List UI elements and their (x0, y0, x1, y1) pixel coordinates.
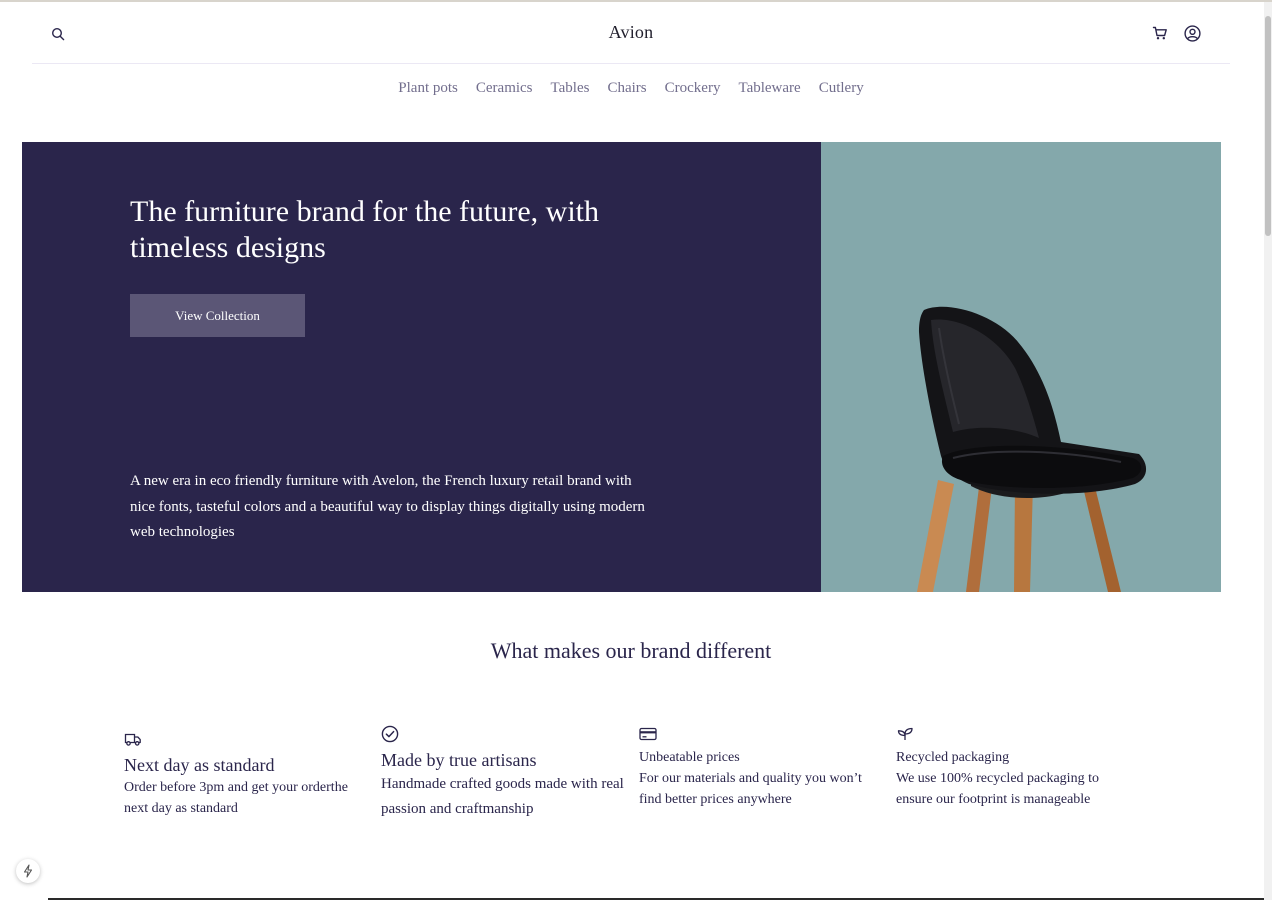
credit-card-icon-wrap (639, 724, 659, 744)
feature-heading: Unbeatable prices (639, 750, 740, 765)
nav-item-plant-pots[interactable]: Plant pots (398, 80, 458, 97)
feature-next-day: Next day as standard Order before 3pm an… (124, 729, 369, 819)
vertical-scrollbar[interactable] (1264, 2, 1272, 900)
nav-item-tableware[interactable]: Tableware (738, 80, 800, 97)
feature-body: For our materials and quality you won’t … (639, 771, 862, 807)
feature-prices: Unbeatable prices For our materials and … (639, 724, 879, 810)
sprout-icon-wrap (896, 724, 916, 744)
header-actions (1150, 22, 1202, 44)
check-circle-icon-wrap (381, 724, 401, 744)
credit-card-icon (639, 727, 657, 741)
nav-item-crockery[interactable]: Crockery (665, 80, 721, 97)
hero-description: A new era in eco friendly furniture with… (130, 473, 645, 540)
check-circle-icon (381, 725, 399, 743)
view-collection-button[interactable]: View Collection (130, 294, 305, 337)
cart-button[interactable] (1150, 22, 1170, 44)
feature-body: Order before 3pm and get your orderthe n… (124, 780, 348, 816)
account-button[interactable] (1182, 22, 1202, 44)
site-header: Avion (32, 2, 1230, 64)
delivery-truck-icon (124, 733, 141, 746)
brand-logo: Avion (32, 22, 1230, 43)
brand-name[interactable]: Avion (609, 22, 654, 42)
hero-title: The furniture brand for the future, with… (130, 195, 599, 264)
hero-text-panel: The furniture brand for the future, with… (22, 142, 821, 592)
nav-item-chairs[interactable]: Chairs (607, 80, 646, 97)
category-nav: Plant pots Ceramics Tables Chairs Crocke… (0, 80, 1262, 97)
sprout-icon (897, 727, 913, 740)
feature-recycled: Recycled packaging We use 100% recycled … (896, 724, 1116, 810)
feature-heading: Next day as standard (124, 755, 275, 775)
hero-section: The furniture brand for the future, with… (22, 142, 1221, 592)
feature-body: We use 100% recycled packaging to ensure… (896, 771, 1099, 807)
nav-item-cutlery[interactable]: Cutlery (819, 80, 864, 97)
dev-tools-button[interactable] (16, 859, 40, 883)
delivery-truck-icon-wrap (124, 729, 144, 749)
nav-item-tables[interactable]: Tables (551, 80, 590, 97)
lightning-bolt-icon (23, 864, 33, 878)
black-chair-image (917, 306, 1147, 592)
user-circle-icon (1183, 24, 1201, 42)
hero-image (821, 142, 1221, 592)
feature-body: Handmade crafted goods made with real pa… (381, 776, 624, 817)
cart-icon (1152, 26, 1167, 40)
scrollbar-thumb[interactable] (1265, 16, 1271, 236)
features-title: What makes our brand different (490, 638, 772, 663)
feature-heading: Made by true artisans (381, 750, 537, 770)
feature-heading: Recycled packaging (896, 750, 1010, 765)
nav-item-ceramics[interactable]: Ceramics (476, 80, 533, 97)
feature-artisans: Made by true artisans Handmade crafted g… (381, 724, 626, 822)
